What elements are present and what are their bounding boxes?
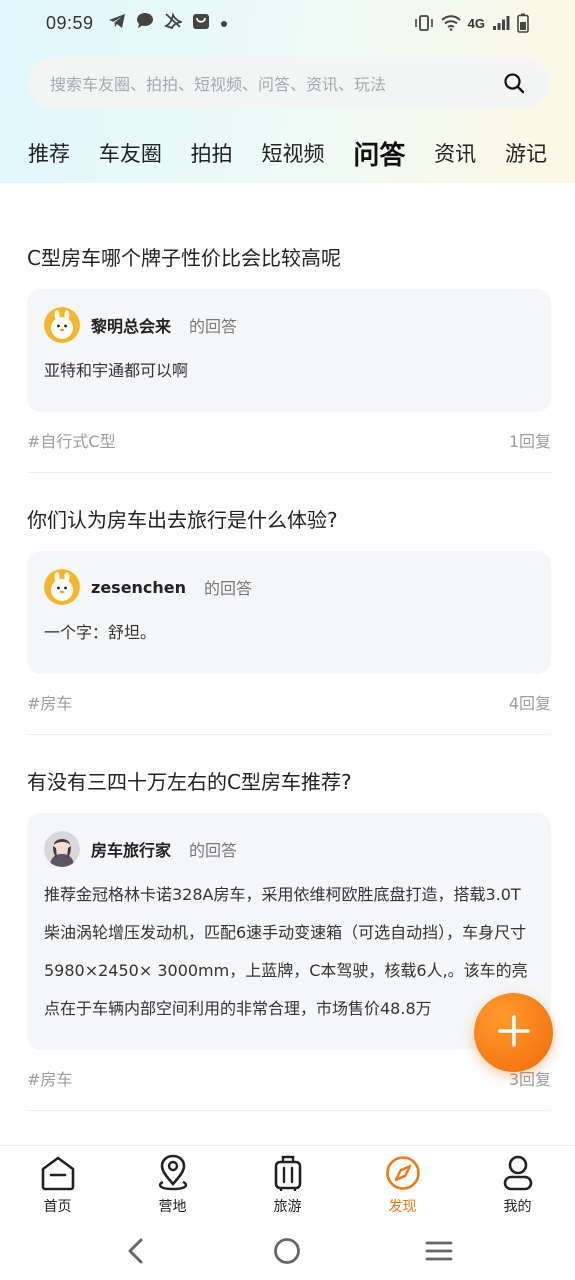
nav-label: 发现	[388, 1199, 417, 1215]
list-item[interactable]: 你们认为房车出去旅行是什么体验? zesenchen 的回答 一个字：舒坦。 #…	[27, 473, 551, 735]
qa-feed: C型房车哪个牌子性价比会比较高呢 黎明总会来 的回答 亚特和宇通都可以啊 #自行…	[27, 183, 551, 1111]
status-bar: 09:59 4G	[0, 0, 575, 46]
status-notification-icons	[108, 12, 228, 35]
vibrate-icon	[414, 15, 434, 31]
tab-short-videos[interactable]: 短视频	[261, 138, 324, 168]
home-icon	[38, 1153, 78, 1193]
post-meta: #房车 3回复	[27, 1050, 551, 1110]
list-item[interactable]: 有没有三四十万左右的C型房车推荐? 房车旅行家 的回答 推荐金冠格林卡诺328A…	[27, 735, 551, 1111]
answer-text: 推荐金冠格林卡诺328A房车，采用依维柯欧胜底盘打造，搭载3.0T柴油涡轮增压发…	[44, 885, 528, 1018]
create-post-button[interactable]	[474, 993, 553, 1072]
shopping-bag-icon	[192, 12, 210, 35]
home-circle-icon[interactable]	[267, 1231, 307, 1271]
nav-label: 我的	[503, 1199, 532, 1215]
answer-header: 黎明总会来 的回答	[44, 306, 534, 344]
location-pin-icon	[153, 1153, 193, 1193]
question-title[interactable]: 有没有三四十万左右的C型房车推荐?	[27, 765, 551, 799]
back-icon[interactable]	[116, 1231, 156, 1271]
avatar[interactable]	[44, 569, 80, 605]
author-name[interactable]: 黎明总会来	[91, 313, 171, 337]
topic-tag[interactable]: #自行式C型	[27, 428, 116, 452]
nav-campsite[interactable]: 营地	[133, 1153, 213, 1216]
battery-icon	[517, 13, 529, 33]
answer-header: zesenchen 的回答	[44, 568, 534, 606]
compass-icon	[383, 1153, 423, 1193]
nav-home[interactable]: 首页	[18, 1153, 98, 1216]
category-tabs: 推荐 车友圈 拍拍 短视频 问答 资讯 游记	[0, 130, 575, 176]
answer-card[interactable]: 黎明总会来 的回答 亚特和宇通都可以啊	[27, 289, 551, 412]
answer-label: 的回答	[204, 579, 253, 598]
muted-bird-icon	[163, 12, 185, 34]
tab-qa[interactable]: 问答	[351, 135, 405, 172]
reply-count[interactable]: 4回复	[509, 690, 551, 714]
nav-profile[interactable]: 我的	[478, 1153, 558, 1216]
answer-header: 房车旅行家 的回答	[44, 830, 534, 868]
status-system-icons: 4G	[414, 13, 529, 33]
avatar[interactable]	[44, 307, 80, 343]
question-title[interactable]: C型房车哪个牌子性价比会比较高呢	[27, 241, 551, 275]
tab-recommend[interactable]: 推荐	[28, 138, 70, 168]
answer-card[interactable]: zesenchen 的回答 一个字：舒坦。	[27, 551, 551, 674]
nav-label: 营地	[158, 1199, 187, 1215]
post-meta: #自行式C型 1回复	[27, 412, 551, 472]
nav-label: 旅游	[273, 1199, 302, 1215]
search-bar[interactable]: 搜索车友圈、拍拍、短视频、问答、资讯、玩法	[28, 57, 549, 109]
search-input[interactable]: 搜索车友圈、拍拍、短视频、问答、资讯、玩法	[50, 71, 501, 95]
bottom-nav: 首页 营地 旅游 发现 我的	[0, 1145, 575, 1221]
list-item[interactable]: C型房车哪个牌子性价比会比较高呢 黎明总会来 的回答 亚特和宇通都可以啊 #自行…	[27, 183, 551, 473]
post-meta: #房车 4回复	[27, 674, 551, 734]
telegram-icon	[108, 13, 126, 34]
author-name[interactable]: 房车旅行家	[91, 837, 171, 861]
answer-text: 一个字：舒坦。	[44, 623, 157, 642]
topic-tag[interactable]: #房车	[27, 1066, 72, 1090]
status-time: 09:59	[46, 12, 94, 33]
tab-travelogue[interactable]: 游记	[505, 138, 547, 168]
plus-icon	[497, 1014, 531, 1052]
answer-label: 的回答	[189, 841, 238, 860]
header: 09:59 4G 搜索车友圈、拍拍、短视频、问答、资讯、玩法 推荐 车友圈 拍拍…	[0, 0, 575, 183]
reply-count[interactable]: 1回复	[509, 428, 551, 452]
topic-tag[interactable]: #房车	[27, 690, 72, 714]
answer-card[interactable]: 房车旅行家 的回答 推荐金冠格林卡诺328A房车，采用依维柯欧胜底盘打造，搭载3…	[27, 813, 551, 1050]
tab-car-friends[interactable]: 车友圈	[99, 138, 162, 168]
answer-text: 亚特和宇通都可以啊	[44, 361, 189, 380]
nav-travel[interactable]: 旅游	[248, 1153, 328, 1216]
avatar[interactable]	[44, 831, 80, 867]
signal-icon	[492, 15, 510, 31]
network-type: 4G	[467, 15, 485, 31]
wifi-icon	[440, 15, 461, 31]
luggage-icon	[268, 1153, 308, 1193]
nav-label: 首页	[43, 1199, 72, 1215]
system-nav-bar	[0, 1221, 575, 1280]
tab-news[interactable]: 资讯	[434, 138, 476, 168]
nav-discover[interactable]: 发现	[363, 1153, 443, 1216]
tab-snapshots[interactable]: 拍拍	[191, 138, 233, 168]
question-title[interactable]: 你们认为房车出去旅行是什么体验?	[27, 503, 551, 537]
author-name[interactable]: zesenchen	[91, 578, 186, 597]
user-icon	[498, 1153, 538, 1193]
menu-icon[interactable]	[419, 1231, 459, 1271]
answer-label: 的回答	[189, 317, 238, 336]
chat-bubble-icon	[136, 12, 154, 34]
dot-icon	[220, 13, 228, 33]
search-icon[interactable]	[501, 70, 527, 96]
